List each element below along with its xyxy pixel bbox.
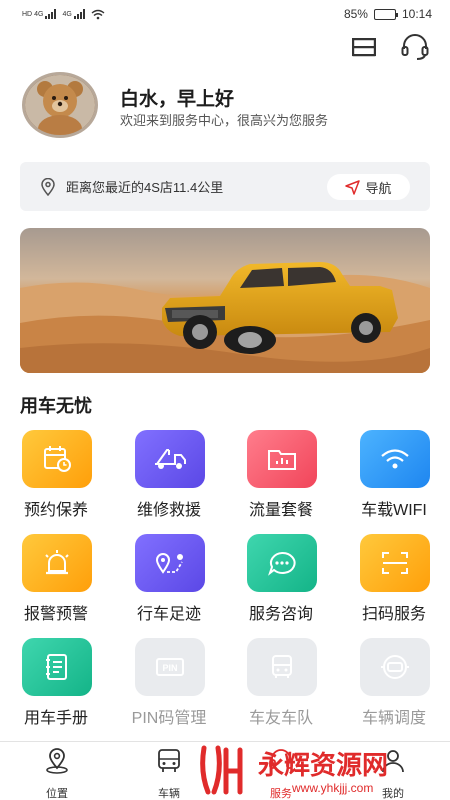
location-pin-icon: [41, 177, 55, 196]
service-label: 车友车队: [248, 710, 313, 727]
alarm-light-icon: [22, 534, 92, 592]
watermark: 永辉资源网 www.yhkjjj.com: [196, 742, 426, 798]
manual-icon: [22, 638, 92, 696]
signal-group-1: HD 4G: [22, 9, 57, 19]
tab-label: 位置: [46, 788, 68, 800]
service-item-pin[interactable]: PIN PIN码管理: [113, 638, 225, 738]
svg-text:PIN: PIN: [162, 663, 177, 673]
greeting-subtitle: 欢迎来到服务中心，很高兴为您服务: [120, 113, 329, 128]
status-bar: HD 4G 4G 85% 10:14: [0, 0, 450, 28]
wifi-icon: [360, 430, 430, 488]
menu-icon: [352, 38, 376, 57]
distance-text: 距离您最近的4S店11.4公里: [66, 180, 224, 195]
watermark-logo: 永辉资源网 www.yhkjjj.com: [200, 745, 388, 795]
service-item-consult[interactable]: 服务咨询: [225, 534, 337, 634]
hd-tag: HD: [22, 10, 33, 18]
service-item-scan[interactable]: 扫码服务: [338, 534, 450, 634]
signal-bars-icon: [45, 9, 57, 19]
car-icon: [158, 749, 180, 772]
service-label: PIN码管理: [131, 710, 207, 727]
route-icon: [135, 534, 205, 592]
navigate-button[interactable]: 导航: [327, 174, 410, 200]
section-title: 用车无忧: [20, 396, 92, 416]
menu-button[interactable]: [350, 36, 378, 58]
service-item-footprint[interactable]: 行车足迹: [113, 534, 225, 634]
greeting-title: 白水，早上好: [120, 89, 235, 110]
chat-icon: [247, 534, 317, 592]
dispatch-icon: [360, 638, 430, 696]
service-label: 流量套餐: [248, 502, 313, 519]
bus-icon: [247, 638, 317, 696]
service-item-appointment[interactable]: 预约保养: [0, 430, 112, 530]
clock: 10:14: [401, 7, 432, 21]
navigation-arrow-icon: [345, 179, 361, 195]
data-folder-icon: [247, 430, 317, 488]
network-tag-2: 4G: [62, 10, 72, 18]
status-right: 85% 10:14: [344, 7, 432, 21]
pin-icon: PIN: [135, 638, 205, 696]
customer-service-button[interactable]: [400, 34, 430, 60]
scan-icon: [360, 534, 430, 592]
service-label: 行车足迹: [136, 606, 201, 623]
service-label: 扫码服务: [361, 606, 426, 623]
service-label: 车载WIFI: [361, 502, 427, 519]
signal-indicators: HD 4G 4G: [22, 9, 105, 20]
service-item-alarm[interactable]: 报警预警: [0, 534, 112, 634]
signal-group-2: 4G: [62, 9, 85, 19]
service-label: 维修救援: [136, 502, 201, 519]
service-item-wifi[interactable]: 车载WIFI: [338, 430, 450, 530]
service-item-club[interactable]: 车友车队: [225, 638, 337, 738]
battery-icon: [373, 8, 398, 20]
wifi-status-icon: [91, 9, 105, 19]
service-label: 预约保养: [23, 502, 88, 519]
battery-percent: 85%: [343, 7, 368, 21]
service-item-data-plan[interactable]: 流量套餐: [225, 430, 337, 530]
promo-banner[interactable]: [20, 228, 430, 373]
service-label: 报警预警: [23, 606, 88, 623]
service-item-rescue[interactable]: 维修救援: [113, 430, 225, 530]
signal-bars-icon: [73, 9, 85, 19]
nearest-dealer-bar: 距离您最近的4S店11.4公里 导航: [20, 162, 430, 211]
service-label: 服务咨询: [248, 606, 313, 623]
watermark-url: www.yhkjjj.com: [291, 781, 373, 795]
service-label: 车辆调度: [361, 710, 426, 727]
service-item-manual[interactable]: 用车手册: [0, 638, 112, 738]
network-tag: 4G: [34, 10, 44, 18]
navigate-label: 导航: [365, 180, 392, 196]
calendar-icon: [22, 430, 92, 488]
location-icon: [46, 748, 68, 774]
pickup-truck-image: [20, 228, 430, 373]
tow-truck-icon: [135, 430, 205, 488]
teddy-bear-image: [25, 75, 95, 135]
headset-icon: [401, 34, 429, 60]
watermark-text: 永辉资源网: [258, 751, 388, 781]
service-item-dispatch[interactable]: 车辆调度: [338, 638, 450, 738]
avatar[interactable]: [22, 72, 98, 138]
tab-location[interactable]: 位置: [12, 748, 102, 800]
service-label: 用车手册: [23, 710, 88, 727]
